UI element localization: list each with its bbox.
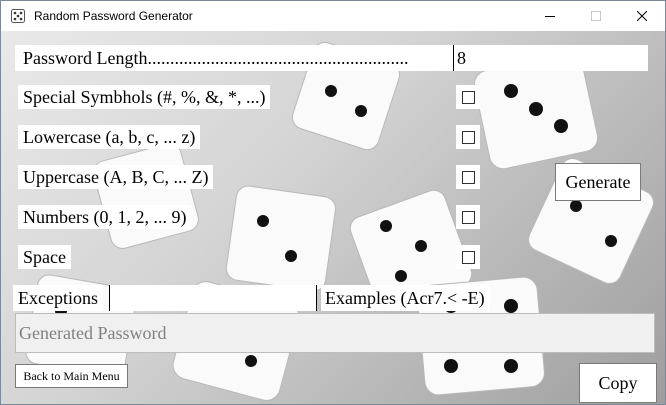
minimize-button[interactable] (527, 1, 573, 31)
close-button[interactable] (619, 1, 665, 31)
maximize-icon (591, 11, 601, 21)
checkbox-icon (461, 170, 475, 184)
password-length-input[interactable]: 8 (453, 45, 648, 71)
option-special-symbols-checkbox[interactable] (456, 85, 480, 109)
option-lowercase-checkbox[interactable] (456, 125, 480, 149)
option-numbers-label: Numbers (0, 1, 2, ... 9) (18, 205, 192, 229)
minimize-icon (545, 16, 555, 17)
dice-icon (10, 8, 26, 24)
back-to-main-menu-button[interactable]: Back to Main Menu (15, 364, 128, 388)
option-special-symbols-label: Special Symbhols (#, %, &, *, ...) (18, 85, 271, 109)
title-bar[interactable]: Random Password Generator (1, 1, 665, 31)
option-lowercase-label: Lowercase (a, b, c, ... z) (18, 125, 201, 149)
generated-password-field[interactable]: Generated Password (15, 313, 655, 353)
checkbox-icon (461, 210, 475, 224)
client-area: Password Length.........................… (1, 31, 665, 404)
option-space-label: Space (18, 245, 71, 269)
password-length-label: Password Length.........................… (15, 45, 453, 71)
window-title: Random Password Generator (34, 9, 193, 23)
maximize-button[interactable] (573, 1, 619, 31)
exceptions-input[interactable] (109, 285, 317, 311)
examples-label: Examples (Acr7.< -E) (321, 285, 490, 311)
checkbox-icon (461, 90, 475, 104)
option-uppercase-label: Uppercase (A, B, C, ... Z) (18, 165, 214, 189)
close-icon (637, 11, 647, 21)
generate-button[interactable]: Generate (555, 163, 641, 201)
option-numbers-checkbox[interactable] (456, 205, 480, 229)
app-window: Random Password Generator Password Lengt… (0, 0, 666, 405)
checkbox-icon (461, 250, 475, 264)
checkbox-icon (461, 130, 475, 144)
option-uppercase-checkbox[interactable] (456, 165, 480, 189)
option-space-checkbox[interactable] (456, 245, 480, 269)
copy-button[interactable]: Copy (579, 363, 657, 403)
exceptions-label: Exceptions (13, 285, 103, 311)
